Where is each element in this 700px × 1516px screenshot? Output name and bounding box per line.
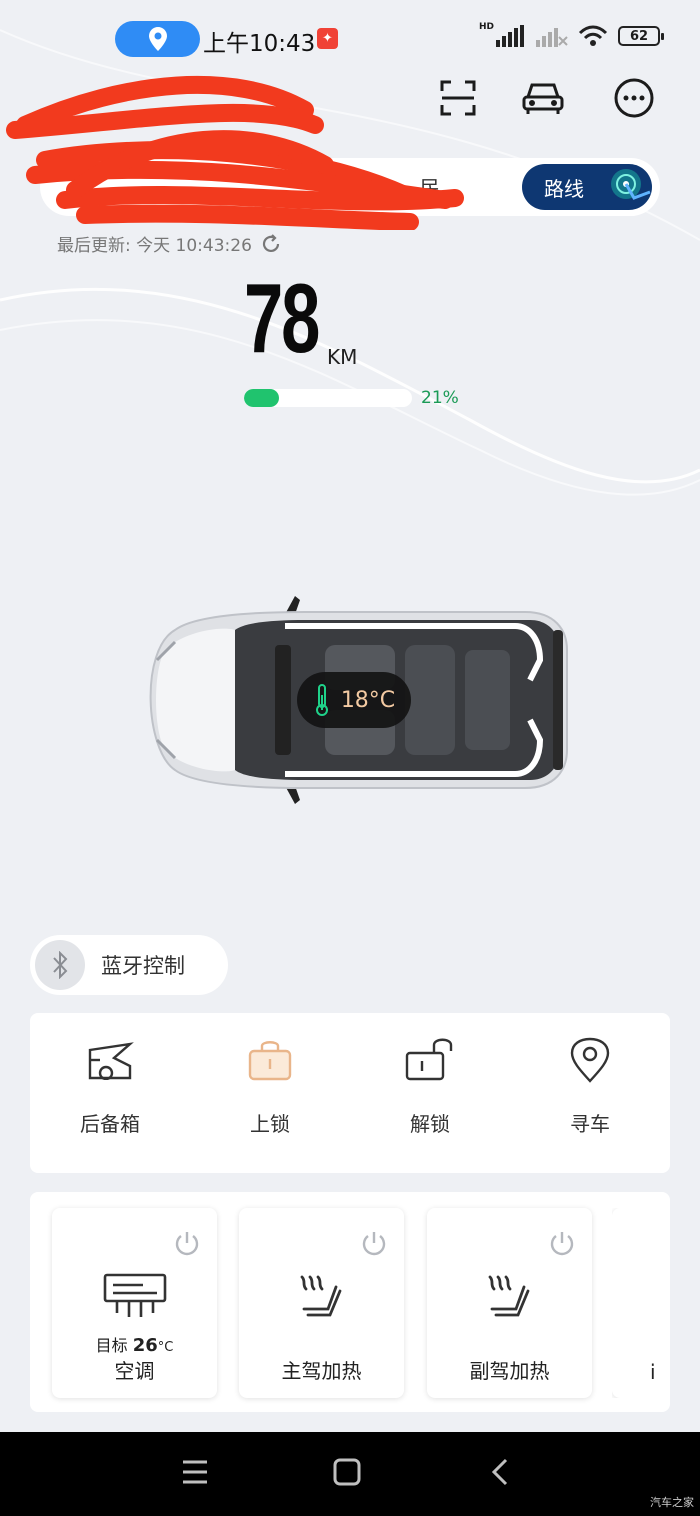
more-icon xyxy=(614,78,654,118)
battery-level-fill xyxy=(244,389,280,407)
control-tile-next[interactable]: i xyxy=(612,1208,658,1398)
cabin-temperature: 18°C xyxy=(297,672,411,728)
find-car-button[interactable]: 寻车 xyxy=(535,1030,645,1150)
status-icons: HD 62 xyxy=(478,22,664,47)
find-car-label: 寻车 xyxy=(570,1112,610,1136)
bluetooth-icon xyxy=(53,951,68,979)
battery-level-bar xyxy=(244,389,412,407)
status-time: 上午10:43 xyxy=(203,31,316,57)
network-type: HD xyxy=(478,22,494,32)
car-button[interactable] xyxy=(521,76,565,120)
ac-target-value: 26 xyxy=(132,1335,158,1356)
watermark: 汽车之家 xyxy=(650,1496,694,1509)
nav-home-button[interactable] xyxy=(325,1452,369,1492)
location-pin-icon xyxy=(148,27,167,51)
power-icon[interactable] xyxy=(548,1230,576,1258)
trunk-button[interactable]: 后备箱 xyxy=(55,1030,165,1150)
nav-menu-button[interactable] xyxy=(173,1452,217,1492)
lock-button[interactable]: 上锁 xyxy=(215,1030,325,1150)
back-icon xyxy=(491,1458,508,1486)
ac-target-unit: °C xyxy=(157,1340,174,1355)
scan-icon xyxy=(440,80,476,116)
cabin-temperature-value: 18°C xyxy=(340,687,396,713)
trunk-label: 后备箱 xyxy=(80,1112,140,1136)
power-icon[interactable] xyxy=(173,1230,201,1258)
route-button-label: 路线 xyxy=(544,176,584,201)
seat-heat-icon xyxy=(300,1275,341,1317)
find-car-icon xyxy=(570,1037,610,1083)
more-button[interactable] xyxy=(612,76,656,120)
ac-label: 空调 xyxy=(114,1359,155,1383)
trunk-icon xyxy=(88,1042,134,1080)
thermometer-icon xyxy=(315,684,328,716)
ac-target-prefix: 目标 xyxy=(95,1336,128,1355)
bluetooth-control-label: 蓝牙控制 xyxy=(101,954,185,978)
last-updated: 最后更新: 今天 10:43:26 xyxy=(57,231,282,256)
lock-icon xyxy=(248,1041,292,1081)
control-tile-passenger-seat-heat[interactable]: 副驾加热 xyxy=(427,1208,592,1398)
location-indicator xyxy=(115,21,200,57)
menu-icon xyxy=(183,1460,207,1484)
vehicle-address: …民… xyxy=(400,176,460,200)
driver-seat-heat-label: 主驾加热 xyxy=(281,1359,362,1383)
ac-target: 目标 26°C xyxy=(52,1332,217,1356)
passenger-seat-heat-label: 副驾加热 xyxy=(469,1359,550,1383)
nav-back-button[interactable] xyxy=(478,1452,522,1492)
control-tile-ac[interactable]: 目标 26°C 空调 xyxy=(52,1208,217,1398)
route-button[interactable]: 路线 xyxy=(522,164,652,210)
bluetooth-icon-wrap xyxy=(35,940,85,990)
unlock-button[interactable]: 解锁 xyxy=(375,1030,485,1150)
unlock-label: 解锁 xyxy=(410,1112,450,1136)
range-unit: KM xyxy=(327,345,358,369)
range-value: 78 xyxy=(244,263,320,373)
last-updated-text: 最后更新: 今天 10:43:26 xyxy=(57,236,252,256)
battery-indicator: 62 xyxy=(618,26,664,46)
radar-icon xyxy=(611,169,651,200)
signal-no-service-icon xyxy=(536,28,568,47)
air-conditioner-icon xyxy=(103,1273,166,1317)
wifi-icon xyxy=(578,25,608,46)
battery-percent: 21% xyxy=(421,388,459,408)
control-tile-partial[interactable]: i xyxy=(612,1208,658,1398)
app-notification-icon: ✦ xyxy=(317,28,338,49)
home-icon xyxy=(333,1458,361,1486)
lock-label: 上锁 xyxy=(250,1112,290,1136)
seat-heat-icon xyxy=(488,1275,529,1317)
power-icon[interactable] xyxy=(360,1230,388,1258)
signal-icon xyxy=(496,25,524,47)
scan-button[interactable] xyxy=(436,76,480,120)
refresh-icon[interactable] xyxy=(260,233,282,255)
car-icon xyxy=(522,83,564,114)
unlock-icon xyxy=(405,1038,453,1081)
next-control-label: i xyxy=(650,1360,656,1384)
control-tile-driver-seat-heat[interactable]: 主驾加热 xyxy=(239,1208,404,1398)
bluetooth-control-button[interactable]: 蓝牙控制 xyxy=(30,935,228,995)
